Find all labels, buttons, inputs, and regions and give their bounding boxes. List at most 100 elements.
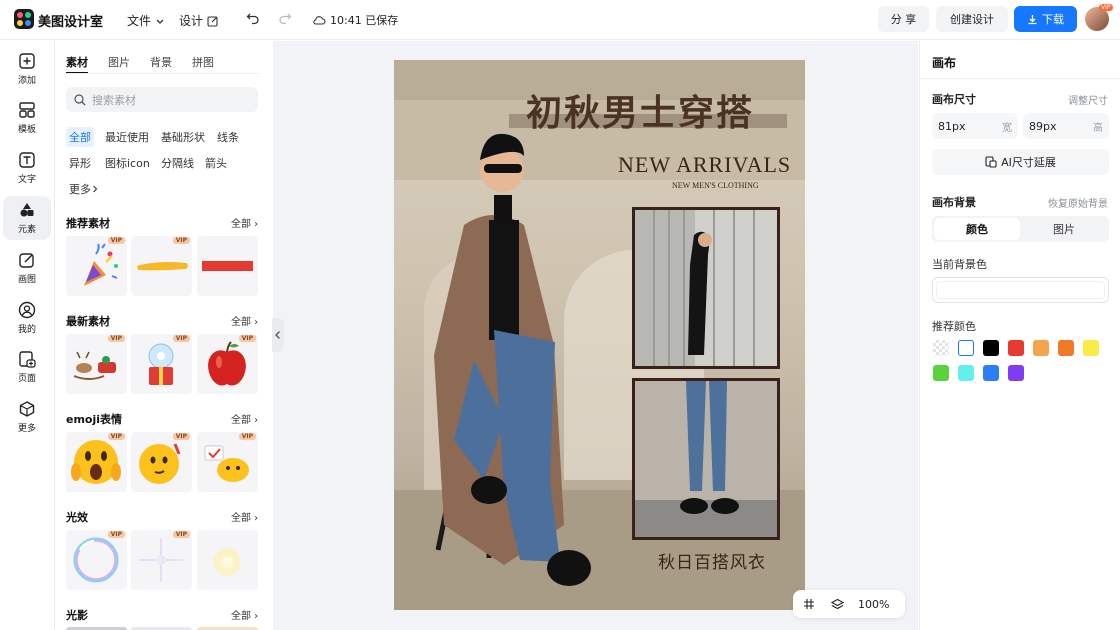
- collapse-panel-button[interactable]: [272, 318, 284, 352]
- asset-gift-globe[interactable]: VIP: [131, 334, 192, 394]
- chip-irregular[interactable]: 异形: [66, 153, 94, 173]
- chip-recent[interactable]: 最近使用: [102, 127, 152, 147]
- chip-more[interactable]: 更多: [66, 179, 102, 199]
- rail-item-text[interactable]: 文字: [3, 146, 51, 190]
- chip-icons[interactable]: 图标icon: [102, 153, 153, 173]
- swatch-color[interactable]: [958, 365, 974, 381]
- rail-item-more[interactable]: 更多: [3, 395, 51, 439]
- asset-confetti[interactable]: VIP: [66, 236, 127, 296]
- rail-item-draw[interactable]: 画图: [3, 246, 51, 290]
- asset-glow[interactable]: [197, 530, 258, 590]
- chip-dividers[interactable]: 分隔线: [158, 153, 197, 173]
- user-icon: [18, 301, 36, 319]
- swatch-color[interactable]: [1033, 340, 1049, 356]
- rail-label: 更多: [17, 424, 36, 434]
- tab-material[interactable]: 素材: [66, 54, 88, 74]
- text-icon: [18, 151, 36, 169]
- tab-image[interactable]: 图片: [108, 54, 130, 70]
- restore-bg-link[interactable]: 恢复原始背景: [1048, 195, 1108, 210]
- see-all-link[interactable]: 全部 ›: [231, 215, 258, 230]
- download-button[interactable]: 下载: [1014, 6, 1077, 32]
- undo-button[interactable]: [246, 11, 260, 25]
- swatch-color[interactable]: [983, 365, 999, 381]
- poster-title[interactable]: 初秋男士穿搭: [526, 84, 754, 136]
- asset-bubble-ring[interactable]: VIP: [66, 530, 127, 590]
- asset-red-bar[interactable]: [197, 236, 258, 296]
- app-logo[interactable]: [14, 9, 34, 29]
- swatch-color[interactable]: [983, 340, 999, 356]
- ai-resize-button[interactable]: AI尺寸延展: [932, 149, 1109, 175]
- chip-lines[interactable]: 线条: [214, 127, 242, 147]
- height-unit: 高: [1093, 122, 1103, 134]
- bg-type-toggle: 颜色 图片: [932, 216, 1109, 242]
- vip-tag: VIP: [172, 335, 190, 342]
- width-field[interactable]: 81px 宽: [932, 113, 1018, 139]
- redo-icon: [278, 11, 292, 25]
- rail-label: 元素: [17, 225, 36, 235]
- rail-item-template[interactable]: 模板: [3, 96, 51, 140]
- asset-red-apple[interactable]: VIP: [197, 334, 258, 394]
- chip-all[interactable]: 全部: [66, 127, 94, 147]
- vip-tag: VIP: [172, 433, 190, 440]
- rail-item-mine[interactable]: 我的: [3, 296, 51, 340]
- asset-emoji-chick[interactable]: VIP: [197, 432, 258, 492]
- tab-collage[interactable]: 拼图: [192, 54, 214, 70]
- top-bar: 美图设计室 文件 设计 10:41 已保存 分 享 创建设计 下载 VIP: [0, 0, 1120, 40]
- create-design-button[interactable]: 创建设计: [936, 6, 1008, 32]
- file-menu[interactable]: 文件: [127, 12, 165, 29]
- edit-icon: [207, 15, 219, 27]
- width-value: 81px: [938, 119, 966, 133]
- poster-headline[interactable]: NEW ARRIVALS: [618, 152, 791, 178]
- tab-divider: [66, 73, 259, 74]
- swatch-color[interactable]: [1058, 340, 1074, 356]
- tab-background[interactable]: 背景: [150, 54, 172, 70]
- redo-button[interactable]: [278, 11, 292, 25]
- swatch-transparent[interactable]: [933, 340, 949, 356]
- asset-emoji-thinking[interactable]: VIP: [131, 432, 192, 492]
- resize-link[interactable]: 调整尺寸: [1068, 92, 1108, 107]
- rail-item-elements[interactable]: 元素: [3, 196, 51, 240]
- see-all-link[interactable]: 全部 ›: [231, 607, 258, 622]
- swatch-color[interactable]: [1083, 340, 1099, 356]
- bg-type-color[interactable]: 颜色: [934, 218, 1020, 240]
- width-unit: 宽: [1002, 122, 1012, 134]
- rail-item-page[interactable]: 页面: [3, 345, 51, 389]
- asset-reindeer-sleigh[interactable]: VIP: [66, 334, 127, 394]
- layers-icon[interactable]: [831, 598, 844, 611]
- poster-subline[interactable]: NEW MEN'S CLOTHING: [672, 181, 759, 190]
- swatch-color[interactable]: [1008, 340, 1024, 356]
- chip-basic-shapes[interactable]: 基础形状: [158, 127, 208, 147]
- vip-tag: VIP: [107, 531, 125, 538]
- undo-icon: [246, 11, 260, 25]
- rail-item-add[interactable]: 添加: [3, 47, 51, 91]
- poster-caption[interactable]: 秋日百搭风衣: [658, 548, 766, 573]
- height-field[interactable]: 89px 高: [1023, 113, 1109, 139]
- swatch-color[interactable]: [933, 365, 949, 381]
- see-all-link[interactable]: 全部 ›: [231, 411, 258, 426]
- share-button[interactable]: 分 享: [878, 6, 929, 32]
- design-menu[interactable]: 设计: [179, 12, 219, 29]
- swatch-color[interactable]: [958, 340, 974, 356]
- poster-canvas[interactable]: 初秋男士穿搭 NEW ARRIVALS NEW MEN'S CLOTHING 秋…: [394, 60, 805, 610]
- chip-more-label: 更多: [69, 183, 91, 196]
- grid-icon[interactable]: [803, 598, 815, 610]
- swatch-color[interactable]: [1008, 365, 1024, 381]
- asset-yellow-stroke[interactable]: VIP: [131, 236, 192, 296]
- chip-arrows[interactable]: 箭头: [202, 153, 230, 173]
- section-title-light: 光效: [66, 511, 88, 524]
- asset-emoji-shocked[interactable]: VIP: [66, 432, 127, 492]
- asset-sparkle[interactable]: VIP: [131, 530, 192, 590]
- pen-icon: [18, 251, 36, 269]
- recommended-colors-label: 推荐颜色: [932, 320, 976, 333]
- bg-type-image[interactable]: 图片: [1021, 218, 1107, 240]
- rail-label: 我的: [17, 325, 36, 335]
- zoom-level[interactable]: 100%: [858, 598, 889, 611]
- see-all-link[interactable]: 全部 ›: [231, 313, 258, 328]
- section-title-shadow: 光影: [66, 609, 88, 622]
- see-all-link[interactable]: 全部 ›: [231, 509, 258, 524]
- panel-tabs: 素材 图片 背景 拼图: [66, 54, 234, 74]
- current-bg-swatch[interactable]: [932, 277, 1109, 303]
- inspector-divider: [920, 78, 1120, 79]
- rail-label: 页面: [17, 374, 36, 384]
- search-input[interactable]: 搜索素材: [66, 87, 258, 112]
